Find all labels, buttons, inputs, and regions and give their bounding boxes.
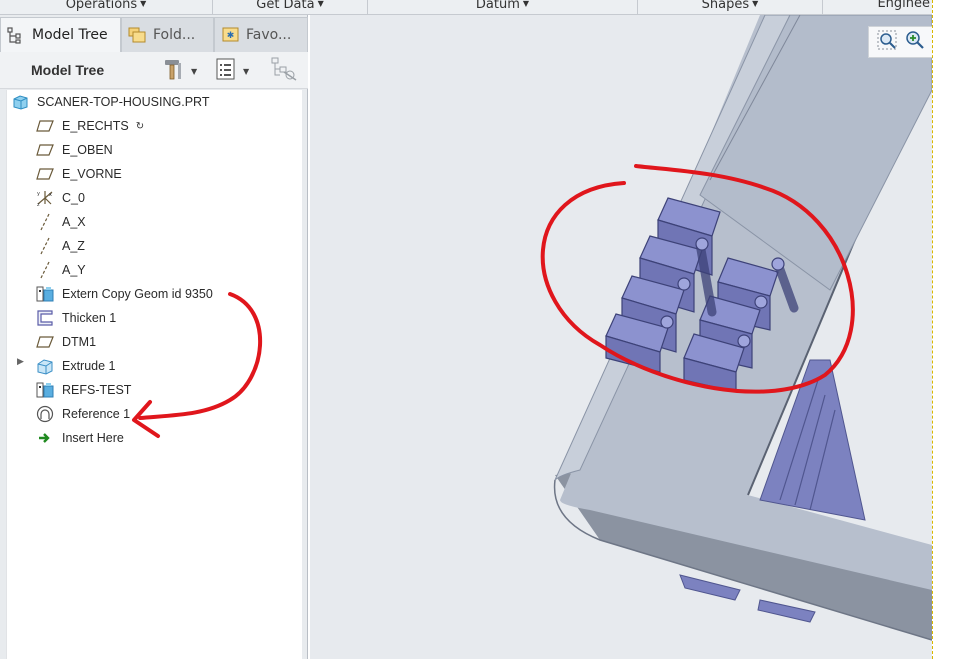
tree-item-a-x[interactable]: A_X [36,211,86,233]
model-tree-icon [7,26,25,44]
view-toolbar [868,26,932,58]
tree-item-c-0[interactable]: y x z C_0 [36,187,85,209]
tree-item-e-oben[interactable]: E_OBEN [36,139,113,161]
chevron-down-icon: ▼ [191,66,198,76]
tree-item-label: E_VORNE [62,167,122,181]
tree-item-label: A_X [62,215,86,229]
ribbon-group-label: Get Data [256,0,315,12]
graphics-window[interactable] [310,15,932,659]
tab-label: Fold... [153,27,196,43]
svg-text:y: y [37,191,40,197]
tree-item-label: Insert Here [62,431,124,445]
coordinate-system-icon: y x z [36,189,54,207]
zoom-fit-icon[interactable] [877,30,897,54]
svg-text:✱: ✱ [227,31,235,41]
expand-arrow-icon[interactable]: ▶ [17,357,24,367]
tree-item-reference-1[interactable]: Reference 1 [36,403,130,425]
show-button[interactable]: ▼ [215,58,249,84]
model-tree-header: Model Tree ▼ ▼ [0,52,308,89]
tree-item-dtm1[interactable]: DTM1 [36,331,96,353]
ribbon-group-label: Shapes [701,0,750,12]
tree-item-label: A_Z [62,239,85,253]
copy-geometry-icon [36,381,54,399]
insert-here-arrow-icon [36,429,54,447]
datum-axis-icon [36,261,54,279]
ribbon-group-label: Enginee [877,0,930,11]
settings-button[interactable]: ▼ [163,58,197,84]
datum-axis-icon [36,213,54,231]
tree-item-label: A_Y [62,263,86,277]
favorites-icon: ✱ [221,26,239,44]
tree-item-label: E_OBEN [62,143,113,157]
folder-browser-icon [128,26,146,44]
reference-icon [36,405,54,423]
model-viewport [553,15,932,641]
zoom-in-icon[interactable] [905,30,925,54]
tab-folder-browser[interactable]: Fold... [121,17,214,52]
datum-plane-icon [36,333,54,351]
hammer-settings-icon [163,57,185,85]
tree-item-label: REFS-TEST [62,383,132,397]
ribbon-group-get-data[interactable]: Get Data ▼ [213,0,368,14]
tree-item-e-vorne[interactable]: E_VORNE [36,163,122,185]
datum-plane-icon [36,141,54,159]
tree-item-label: Reference 1 [62,407,131,421]
tab-model-tree[interactable]: Model Tree [0,17,121,52]
chevron-down-icon: ▼ [752,0,759,8]
tree-filter-button[interactable] [270,56,298,86]
svg-text:z: z [37,202,40,207]
ribbon-group-label: Datum [475,0,520,12]
tree-item-a-z[interactable]: A_Z [36,235,85,257]
window-edge [932,0,970,659]
model-tree: SCANER-TOP-HOUSING.PRT E_RECHTS ↻ E_OBEN… [6,90,302,659]
thicken-icon [36,309,54,327]
datum-plane-icon [36,117,54,135]
tree-item-label: C_0 [62,191,85,205]
tree-item-label: Extern Copy Geom id 9350 [62,287,213,301]
tree-item-root[interactable]: SCANER-TOP-HOUSING.PRT [11,91,209,113]
tree-filter-icon [270,56,298,86]
tree-item-extrude-1[interactable]: Extrude 1 [36,355,116,377]
navigator-panel: Model Tree Fold... ✱ Favo... Model Tree … [0,15,308,659]
tree-item-label: Thicken 1 [62,311,117,325]
svg-text:x: x [49,192,52,198]
tree-item-extern-copy-geom[interactable]: Extern Copy Geom id 9350 [36,283,213,305]
tab-label: Favo... [246,27,292,43]
regenerate-icon: ↻ [135,120,145,132]
part-icon [11,93,29,111]
tree-item-label: SCANER-TOP-HOUSING.PRT [37,95,210,109]
ribbon-group-datum[interactable]: Datum ▼ [368,0,638,14]
tree-item-label: Extrude 1 [62,359,116,373]
tree-item-a-y[interactable]: A_Y [36,259,86,281]
chevron-down-icon: ▼ [140,0,147,8]
tree-item-refs-test[interactable]: REFS-TEST [36,379,131,401]
ribbon-group-shapes[interactable]: Shapes ▼ [638,0,823,14]
chevron-down-icon: ▼ [522,0,530,8]
ribbon-group-label: Operations [65,0,138,12]
ribbon-group-bar: Operations ▼ Get Data ▼ Datum ▼ Shapes ▼ Eng… [0,0,932,15]
list-show-icon [215,57,237,85]
datum-plane-icon [36,165,54,183]
tree-item-thicken-1[interactable]: Thicken 1 [36,307,116,329]
datum-axis-icon [36,237,54,255]
ribbon-group-operations[interactable]: Operations ▼ [0,0,213,14]
tree-item-label: DTM1 [62,335,97,349]
tab-label: Model Tree [32,27,108,43]
chevron-down-icon: ▼ [317,0,324,8]
navigator-tabs: Model Tree Fold... ✱ Favo... [0,15,308,52]
model-tree-title: Model Tree [31,62,105,78]
tab-favorites[interactable]: ✱ Favo... [214,17,308,52]
extrude-icon [36,357,54,375]
copy-geometry-icon [36,285,54,303]
ribbon-group-engineering[interactable]: Enginee [823,0,932,14]
tree-item-e-rechts[interactable]: E_RECHTS ↻ [36,115,144,137]
tree-item-insert-here[interactable]: Insert Here [36,427,124,449]
chevron-down-icon: ▼ [243,66,250,76]
tree-item-label: E_RECHTS [62,119,129,133]
